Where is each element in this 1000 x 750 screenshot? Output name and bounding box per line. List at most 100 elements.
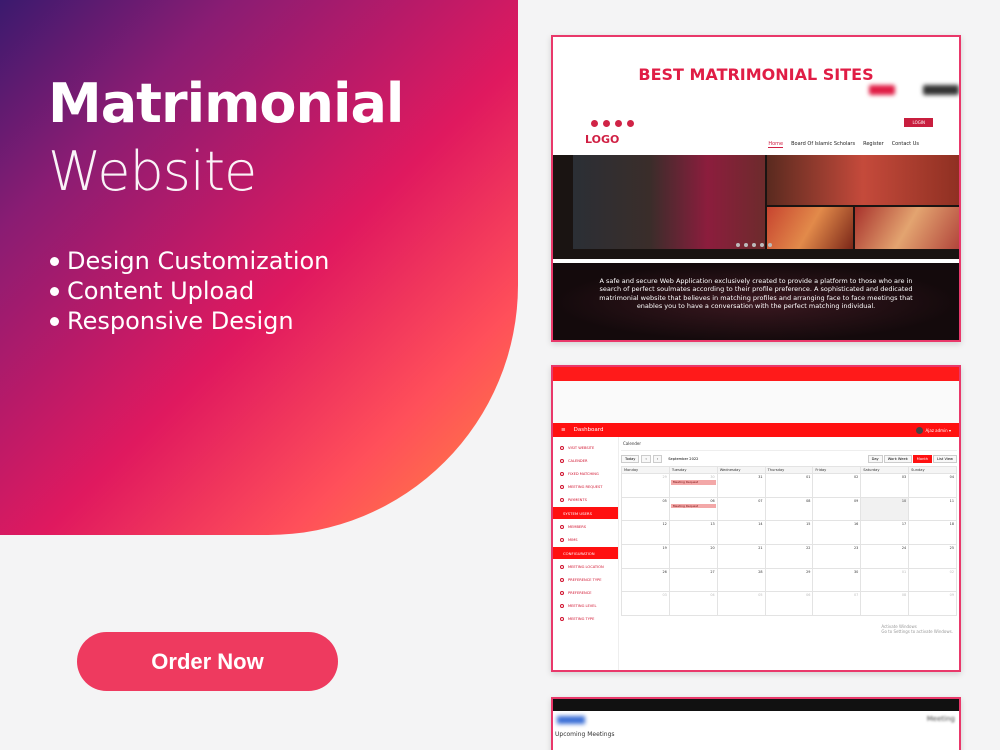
calendar-date: 01 <box>806 475 811 479</box>
calendar-cell[interactable]: 29 <box>622 474 670 498</box>
calendar-cell[interactable]: 01 <box>765 474 814 498</box>
user-menu[interactable]: Ajaz admin ▾ <box>915 426 951 434</box>
calendar-cell[interactable]: 03 <box>622 592 670 617</box>
sidebar-item[interactable]: MIMS <box>553 533 618 546</box>
calendar-cell[interactable]: 10 <box>861 497 910 522</box>
calendar-cell[interactable]: 08 <box>765 497 814 522</box>
sidebar-item[interactable]: MEETING TYPE <box>553 612 618 625</box>
calendar-cell[interactable]: 23 <box>813 545 862 569</box>
calendar-date: 07 <box>758 498 763 503</box>
calendar-cell[interactable]: 25 <box>909 545 957 569</box>
calendar-cell[interactable]: 05 <box>717 592 766 617</box>
calendar-cell[interactable]: 12 <box>622 521 670 546</box>
sidebar-item[interactable]: PAYMENTS <box>553 493 618 506</box>
calendar-cell[interactable]: 21 <box>717 545 766 569</box>
calendar-cell[interactable]: 31 <box>717 474 766 498</box>
calendar-date: 21 <box>758 546 763 551</box>
calendar-day-header: Tuesday <box>669 467 718 474</box>
feature-item: Responsive Design <box>50 306 329 336</box>
sidebar-item[interactable]: FIXED MATCHING <box>553 467 618 480</box>
next-button[interactable]: › <box>652 455 663 463</box>
calendar-cell[interactable]: 27 <box>669 568 718 593</box>
order-now-button[interactable]: Order Now <box>77 632 338 691</box>
calendar-cell[interactable]: 22 <box>765 545 814 569</box>
hero-slider[interactable] <box>553 155 959 259</box>
calendar-cell[interactable]: 08 <box>861 592 910 617</box>
calendar-date: 04 <box>710 593 715 598</box>
calendar-cell[interactable]: 05 <box>622 497 670 522</box>
sidebar-item[interactable]: MEETING LOCATION <box>553 560 618 573</box>
nav-contact[interactable]: Contact Us <box>892 141 919 148</box>
meeting-request-event[interactable]: Meeting Request <box>670 480 716 485</box>
facebook-icon[interactable] <box>591 120 598 127</box>
search-icon <box>560 484 564 489</box>
calendar-day-header: Thursday <box>765 467 814 474</box>
sidebar-item[interactable]: VISIT WEBSITE <box>553 441 618 454</box>
calendar-cell[interactable]: 09 <box>909 592 957 617</box>
google-icon[interactable] <box>627 120 634 127</box>
calendar-date: 06 <box>806 593 811 598</box>
sidebar-item[interactable]: MEETING LEVEL <box>553 599 618 612</box>
slider-dot[interactable] <box>736 243 740 247</box>
calendar-cell[interactable]: 14 <box>717 521 766 546</box>
calendar-cell[interactable]: 07 <box>717 497 766 522</box>
calendar-cell[interactable]: 03 <box>861 474 910 498</box>
calendar-cell[interactable]: 01 <box>861 568 910 593</box>
calendar-date: 16 <box>853 522 859 527</box>
slider-dot[interactable] <box>760 243 764 247</box>
calendar-cell[interactable]: 28 <box>717 568 766 593</box>
calendar-cell[interactable]: 04 <box>669 592 718 617</box>
sidebar-item[interactable]: MEMBERS <box>553 520 618 533</box>
calendar-cell[interactable]: 17 <box>861 521 910 546</box>
calendar-cell[interactable]: 07 <box>813 592 862 617</box>
sidebar-item[interactable]: PREFERENCE TYPE <box>553 573 618 586</box>
calendar-date: 13 <box>710 522 715 527</box>
sidebar-item[interactable]: MEETING REQUEST <box>553 480 618 493</box>
calendar-cell[interactable]: 16 <box>813 521 862 546</box>
site-logo[interactable]: LOGO <box>585 133 619 146</box>
nav-home[interactable]: Home <box>768 141 784 148</box>
slider-dot[interactable] <box>752 243 756 247</box>
calendar-cell[interactable]: 04 <box>909 474 957 498</box>
calendar-cell[interactable]: 30 <box>813 568 862 593</box>
nav-board[interactable]: Board Of Islamic Scholars <box>791 141 855 148</box>
sidebar-item[interactable]: PREFERENCE <box>553 586 618 599</box>
slider-dot[interactable] <box>744 243 748 247</box>
hero-gradient-panel: Matrimonial Website Design Customization… <box>0 0 518 535</box>
twitter-icon[interactable] <box>603 120 610 127</box>
calendar-cell[interactable]: 09 <box>813 497 862 522</box>
couple-photo <box>573 155 765 249</box>
slider-dots[interactable] <box>736 243 772 247</box>
preview-banner: BEST MATRIMONIAL SITES <box>638 65 874 84</box>
view-list[interactable]: List View <box>933 455 957 463</box>
calendar-cell[interactable]: 02 <box>909 568 957 593</box>
calendar-cell[interactable]: 06 <box>765 592 814 617</box>
login-button[interactable]: LOGIN <box>904 118 933 127</box>
calendar-cell[interactable]: 02 <box>813 474 862 498</box>
prev-button[interactable]: ‹ <box>641 455 651 463</box>
calendar-cell[interactable]: 15 <box>765 521 814 546</box>
meeting-request-event[interactable]: Meeting Request <box>670 503 716 509</box>
calendar-cell[interactable]: 13 <box>669 521 718 546</box>
today-button[interactable]: Today <box>621 455 640 463</box>
slider-dot[interactable] <box>768 243 772 247</box>
calendar-cell[interactable]: 19 <box>622 545 670 569</box>
calendar-month[interactable]: September 2022 <box>668 457 698 461</box>
calendar-cell[interactable]: 29 <box>765 568 814 593</box>
instagram-icon[interactable] <box>615 120 622 127</box>
calendar-cell[interactable]: 06 Meeting Request <box>669 497 718 522</box>
calendar-cell[interactable]: 30 Meeting Request <box>669 474 718 498</box>
calendar-date: 09 <box>853 498 859 503</box>
calendar-cell[interactable]: 18 <box>909 521 957 546</box>
view-month[interactable]: Month <box>912 455 933 463</box>
calendar-date: 30 <box>710 475 715 479</box>
calendar-cell[interactable]: 11 <box>909 497 957 522</box>
calendar-cell[interactable]: 20 <box>669 545 718 569</box>
nav-register[interactable]: Register <box>863 141 884 148</box>
menu-icon[interactable]: ≡ <box>561 427 566 433</box>
view-work-week[interactable]: Work Week <box>883 455 912 463</box>
calendar-cell[interactable]: 26 <box>622 568 670 593</box>
calendar-cell[interactable]: 24 <box>861 545 910 569</box>
view-day[interactable]: Day <box>867 455 883 463</box>
sidebar-item[interactable]: CALENDER <box>553 454 618 467</box>
